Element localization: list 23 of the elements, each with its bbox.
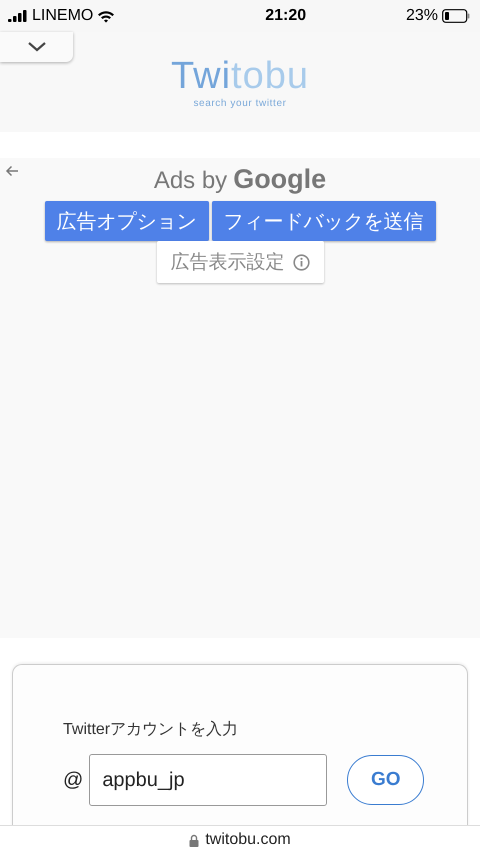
- clock-time: 21:20: [265, 7, 306, 25]
- url-text[interactable]: twitobu.com: [205, 831, 291, 849]
- logo-text[interactable]: Twitobu: [171, 56, 309, 96]
- chevron-down-icon: [28, 42, 46, 52]
- battery-icon: [442, 9, 470, 23]
- wifi-icon: [97, 10, 116, 22]
- ad-option-button[interactable]: 広告オプション: [44, 201, 208, 241]
- ad-settings-button[interactable]: 広告表示設定: [156, 241, 324, 283]
- carrier-name: LINEMO: [32, 7, 94, 25]
- account-label: Twitterアカウントを入力: [63, 720, 240, 740]
- tagline: search your twitter: [193, 98, 287, 109]
- google-label: Google: [233, 164, 326, 195]
- ads-by-label: Ads by: [154, 167, 228, 195]
- at-sign: @: [63, 768, 84, 792]
- signal-icon: [8, 10, 28, 22]
- lock-icon: [189, 834, 200, 846]
- back-arrow-icon[interactable]: [5, 165, 19, 177]
- account-input[interactable]: appbu_jp: [89, 754, 328, 806]
- info-icon: [292, 254, 310, 270]
- battery-percent: 23%: [406, 7, 438, 25]
- collapse-button[interactable]: [0, 32, 73, 62]
- go-button[interactable]: GO: [347, 755, 424, 805]
- ad-option-button[interactable]: フィードバックを送信: [212, 201, 436, 241]
